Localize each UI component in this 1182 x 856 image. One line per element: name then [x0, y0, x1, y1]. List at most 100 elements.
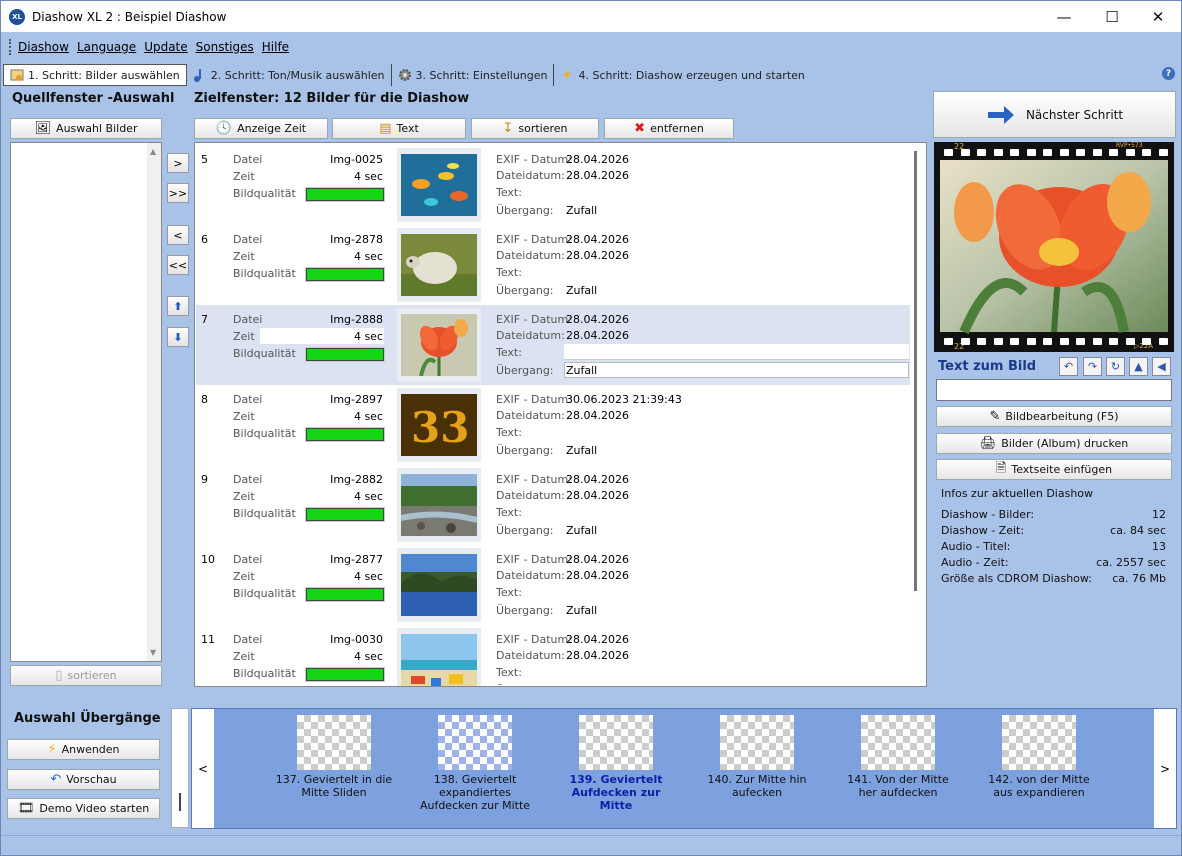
- row-number: 8: [201, 393, 208, 406]
- image-row[interactable]: 5 Datei Zeit Bildqualität Img-0025 4 sec EXIF …: [196, 145, 910, 225]
- row-text-field[interactable]: [564, 344, 909, 360]
- image-row[interactable]: 9 Datei Zeit Bildqualität Img-2882 4 sec EXIF …: [196, 465, 910, 545]
- sort-button[interactable]: ↧ sortieren: [471, 118, 599, 139]
- gear-icon: [398, 69, 411, 81]
- time-value: 4 sec: [353, 650, 383, 663]
- image-edit-button[interactable]: ✎ Bildbearbeitung (F5): [936, 406, 1172, 427]
- transition-value: Zufall: [566, 284, 598, 297]
- menu-language[interactable]: Language: [77, 40, 136, 54]
- exif-date: 28.04.2026: [566, 313, 629, 326]
- next-step-button[interactable]: Nächster Schritt: [933, 91, 1176, 138]
- image-thumbnail[interactable]: 33: [397, 388, 481, 462]
- info-label: Audio - Zeit:: [941, 556, 1009, 569]
- move-all-left-button[interactable]: <<: [167, 255, 189, 275]
- image-row[interactable]: 10 Datei Zeit Bildqualität Img-2877 4 sec EXIF…: [196, 545, 910, 625]
- thumbnail-sheep-image: [401, 234, 477, 296]
- time-label: Zeit: [233, 250, 255, 263]
- maximize-icon[interactable]: ☐: [1089, 1, 1135, 32]
- transition-value: Zufall: [566, 444, 598, 457]
- tab-step-1[interactable]: 1. Schritt: Bilder auswählen: [3, 64, 187, 86]
- menu-update[interactable]: Update: [144, 40, 187, 54]
- transition-scroll-thumb[interactable]: [179, 793, 181, 811]
- preview-button[interactable]: ↶ Vorschau: [7, 769, 160, 790]
- exif-label: EXIF - Datum:: [496, 233, 572, 246]
- scroll-down-icon[interactable]: ▼: [150, 648, 156, 657]
- transition-prev-button[interactable]: <: [192, 709, 214, 828]
- file-label: Datei: [233, 633, 263, 646]
- sort-order-icon: ↧: [502, 121, 514, 136]
- image-folder-icon: 🖼: [34, 121, 52, 136]
- scroll-up-icon[interactable]: ▲: [150, 147, 156, 156]
- source-sort-button[interactable]: ▯ sortieren: [10, 665, 162, 686]
- transition-scrollbar[interactable]: [171, 708, 189, 828]
- image-thumbnail[interactable]: [397, 548, 481, 622]
- image-thumbnail[interactable]: [397, 628, 481, 686]
- image-list-scrollbar[interactable]: [914, 151, 917, 591]
- move-up-icon[interactable]: ⬆: [167, 296, 189, 316]
- filedate-label: Dateidatum:: [496, 409, 565, 422]
- transition-label: Übergang:: [496, 604, 554, 617]
- transition-item[interactable]: 139. Geviertelt Aufdecken zur Mitte: [556, 715, 676, 812]
- image-thumbnail[interactable]: [397, 148, 481, 222]
- film-perforation: [993, 338, 1003, 345]
- time-value[interactable]: 4 sec: [354, 330, 383, 343]
- menu-sonstiges[interactable]: Sonstiges: [196, 40, 254, 54]
- image-row[interactable]: 7 Datei Zeit Bildqualität Img-2888 4 sec EXIF …: [196, 305, 910, 385]
- move-right-button[interactable]: >: [167, 153, 189, 173]
- time-label: Zeit: [233, 170, 255, 183]
- transition-item[interactable]: 141. Von der Mitte her aufdecken: [838, 715, 958, 799]
- move-left-button[interactable]: <: [167, 225, 189, 245]
- apply-transition-button[interactable]: ⚡ Anwenden: [7, 739, 160, 760]
- exif-label: EXIF - Datum:: [496, 153, 572, 166]
- transition-item[interactable]: 142. von der Mitte aus expandieren: [979, 715, 1099, 799]
- image-list[interactable]: 5 Datei Zeit Bildqualität Img-0025 4 sec EXIF …: [194, 142, 927, 687]
- image-row[interactable]: 11 Datei Zeit Bildqualität Img-0030 4 sec EXIF…: [196, 625, 910, 686]
- source-scrollbar[interactable]: ▲ ▼: [147, 143, 161, 661]
- edit-image-icon: ✎: [989, 409, 1001, 424]
- time-value: 4 sec: [353, 570, 383, 583]
- image-thumbnail[interactable]: [397, 308, 481, 382]
- print-album-button[interactable]: 🖨 Bilder (Album) drucken: [936, 433, 1172, 454]
- row-transition-field[interactable]: [564, 362, 909, 378]
- transition-item[interactable]: 137. Geviertelt in die Mitte Sliden: [274, 715, 394, 799]
- move-all-right-button[interactable]: >>: [167, 183, 189, 203]
- remove-button[interactable]: ✖ entfernen: [604, 118, 734, 139]
- time-label: Zeit: [233, 650, 255, 663]
- remove-button-label: entfernen: [650, 122, 704, 135]
- tab-step-4[interactable]: 4. Schritt: Diashow erzeugen und starten: [554, 64, 810, 86]
- flip-horizontal-icon[interactable]: ▲: [1129, 357, 1148, 376]
- image-row[interactable]: 6 Datei Zeit Bildqualität Img-2878 4 sec EXIF …: [196, 225, 910, 305]
- insert-text-page-button[interactable]: 🗎 Textseite einfügen: [936, 459, 1172, 480]
- exif-date: 30.06.2023 21:39:43: [566, 393, 682, 406]
- rotate-left-icon[interactable]: ↶: [1059, 357, 1078, 376]
- text-button-label: Text: [396, 122, 419, 135]
- demo-video-button[interactable]: 🎞 Demo Video starten: [7, 798, 160, 819]
- help-icon[interactable]: ?: [1162, 67, 1175, 80]
- transition-next-button[interactable]: >: [1154, 709, 1176, 828]
- image-thumbnail[interactable]: [397, 228, 481, 302]
- minimize-icon[interactable]: —: [1041, 1, 1087, 32]
- transition-item[interactable]: 138. Geviertelt expandiertes Aufdecken z…: [415, 715, 535, 812]
- info-value: ca. 2557 sec: [1096, 556, 1166, 569]
- source-list[interactable]: ▲ ▼: [10, 142, 162, 662]
- film-perforation: [1059, 338, 1069, 345]
- image-text-input[interactable]: [936, 379, 1172, 401]
- refresh-icon[interactable]: ↻: [1106, 357, 1125, 376]
- tab-step-2[interactable]: 2. Schritt: Ton/Musik auswählen: [187, 64, 392, 86]
- exif-date: 28.04.2026: [566, 153, 629, 166]
- text-button[interactable]: ▤ Text: [332, 118, 466, 139]
- image-row[interactable]: 8 Datei Zeit Bildqualität Img-2897 4 sec 33 EXI…: [196, 385, 910, 465]
- transition-label: Übergang:: [496, 364, 554, 377]
- transition-item[interactable]: 140. Zur Mitte hin aufecken: [697, 715, 817, 799]
- menu-diashow[interactable]: Diashow: [18, 40, 69, 54]
- quality-bar: [305, 267, 385, 282]
- tab-step-3[interactable]: 3. Schritt: Einstellungen: [392, 64, 555, 86]
- close-icon[interactable]: ✕: [1135, 1, 1181, 32]
- display-time-button[interactable]: 🕓 Anzeige Zeit: [194, 118, 328, 139]
- menu-hilfe[interactable]: Hilfe: [262, 40, 289, 54]
- move-down-icon[interactable]: ⬇: [167, 327, 189, 347]
- select-images-button[interactable]: 🖼 Auswahl Bilder: [10, 118, 162, 139]
- image-thumbnail[interactable]: [397, 468, 481, 542]
- flip-vertical-icon[interactable]: ◀: [1152, 357, 1171, 376]
- rotate-right-icon[interactable]: ↷: [1083, 357, 1102, 376]
